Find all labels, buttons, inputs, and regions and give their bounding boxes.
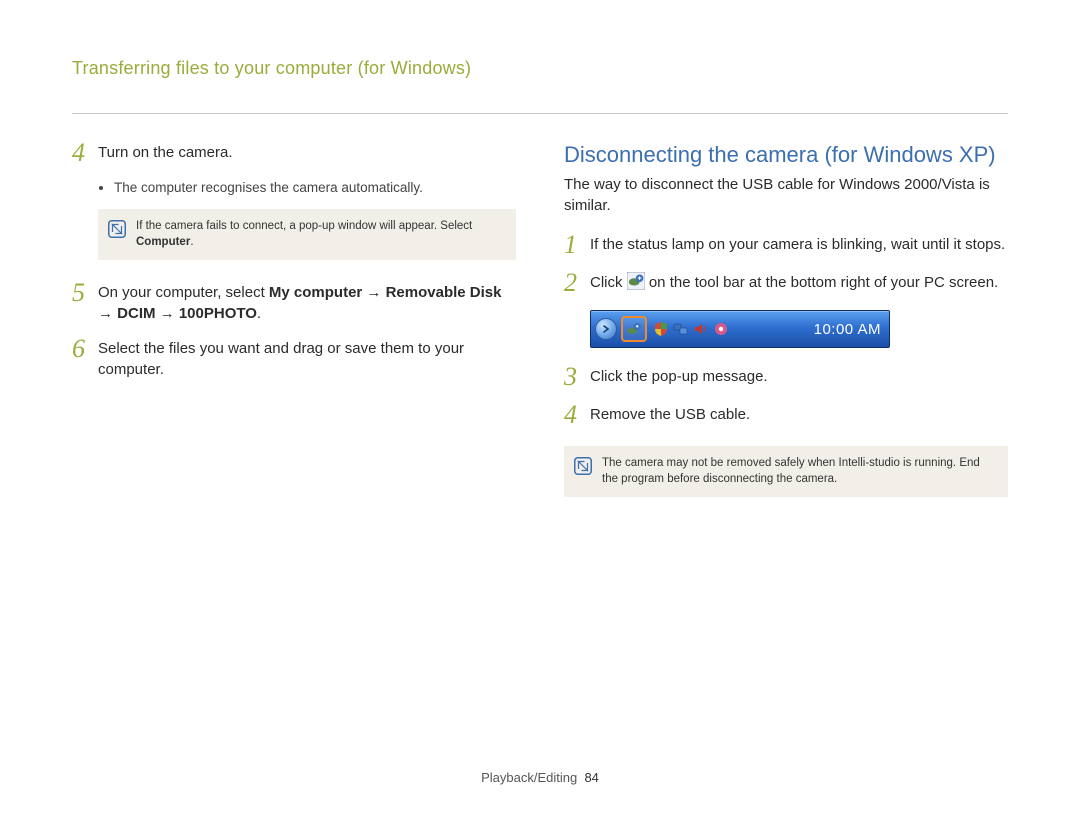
note-post: . (190, 236, 193, 248)
step-text: On your computer, select My computer → R… (98, 282, 516, 324)
step-text: Remove the USB cable. (590, 404, 1008, 425)
safely-remove-hardware-icon (626, 321, 642, 337)
step-number: 6 (72, 336, 98, 362)
step-4: 4 Turn on the camera. (72, 142, 516, 166)
footer-page-number: 84 (584, 770, 598, 785)
step-4-subbullets: The computer recognises the camera autom… (98, 180, 516, 195)
step-text: Click the pop-up message. (590, 366, 1008, 387)
r-step-2-post: on the tool bar at the bottom right of y… (649, 274, 998, 291)
taskbar-screenshot: 10:00 AM (590, 310, 1008, 348)
page-footer: Playback/Editing 84 (0, 770, 1080, 785)
header-divider (72, 113, 1008, 114)
tray-expand-chevron-icon (595, 318, 617, 340)
note-icon (108, 220, 126, 238)
step-number: 4 (564, 402, 590, 428)
step-text: Click on the tool bar at the bottom righ… (590, 272, 1008, 293)
content-columns: 4 Turn on the camera. The computer recog… (72, 142, 1008, 519)
note-bold: Computer (136, 236, 190, 248)
note-text: The camera may not be removed safely whe… (602, 456, 994, 487)
step-5-pre: On your computer, select (98, 284, 269, 301)
tray-shield-icon (653, 321, 669, 337)
tray-network-icon (673, 321, 689, 337)
r-step-4: 4 Remove the USB cable. (564, 404, 1008, 428)
section-intro: The way to disconnect the USB cable for … (564, 174, 1008, 216)
step-number: 1 (564, 232, 590, 258)
tray-volume-icon (693, 321, 709, 337)
step-text: If the status lamp on your camera is bli… (590, 234, 1008, 255)
step-6: 6 Select the files you want and drag or … (72, 338, 516, 380)
tray-safely-remove-highlight (621, 316, 647, 342)
r-step-1: 1 If the status lamp on your camera is b… (564, 234, 1008, 258)
section-heading: Disconnecting the camera (for Windows XP… (564, 142, 1008, 168)
step-number: 4 (72, 140, 98, 166)
step-number: 2 (564, 270, 590, 296)
xp-taskbar: 10:00 AM (590, 310, 890, 348)
footer-section: Playback/Editing (481, 770, 577, 785)
step-5: 5 On your computer, select My computer →… (72, 282, 516, 324)
step-5-post: . (257, 305, 261, 322)
note-icon (574, 457, 592, 475)
r-step-2-pre: Click (590, 274, 627, 291)
note-pre: If the camera fails to connect, a pop-up… (136, 220, 472, 232)
page-header-title: Transferring files to your computer (for… (72, 58, 1008, 85)
r-step-3: 3 Click the pop-up message. (564, 366, 1008, 390)
note-box-right: The camera may not be removed safely whe… (564, 446, 1008, 497)
step-text: Turn on the camera. (98, 142, 516, 163)
note-box-left: If the camera fails to connect, a pop-up… (98, 209, 516, 260)
step-number: 3 (564, 364, 590, 390)
r-step-2: 2 Click on the tool bar at the bottom ri… (564, 272, 1008, 296)
step-text: Select the files you want and drag or sa… (98, 338, 516, 380)
sub-bullet: The computer recognises the camera autom… (114, 180, 516, 195)
step-number: 5 (72, 280, 98, 306)
left-column: 4 Turn on the camera. The computer recog… (72, 142, 516, 519)
taskbar-clock: 10:00 AM (814, 321, 883, 338)
note-text: If the camera fails to connect, a pop-up… (136, 219, 502, 250)
tray-generic-icon (713, 321, 729, 337)
right-column: Disconnecting the camera (for Windows XP… (564, 142, 1008, 519)
safely-remove-icon (627, 272, 645, 290)
